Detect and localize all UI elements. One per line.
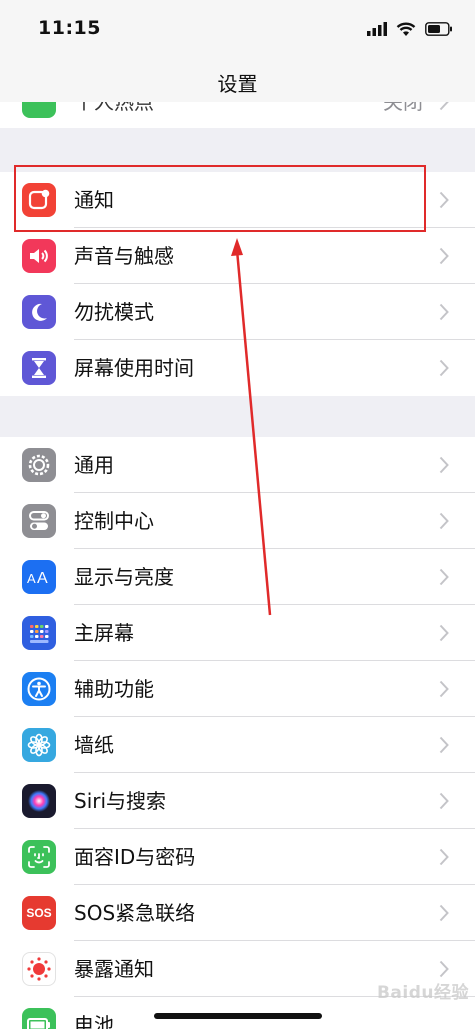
row-label: 暴露通知 bbox=[74, 957, 154, 981]
chevron-right-icon bbox=[439, 568, 449, 586]
chevron-right-icon bbox=[439, 247, 449, 265]
status-bar: 11:15 bbox=[0, 0, 475, 58]
settings-row-home-screen[interactable]: 主屏幕 bbox=[0, 605, 475, 661]
settings-row-face-id[interactable]: 面容ID与密码 bbox=[0, 829, 475, 885]
settings-row-do-not-disturb[interactable]: 勿扰模式 bbox=[0, 284, 475, 340]
siri-icon bbox=[22, 784, 56, 818]
settings-row-siri-search[interactable]: Siri与搜索 bbox=[0, 773, 475, 829]
sos-icon: SOS bbox=[22, 896, 56, 930]
watermark: Baidu经验 bbox=[376, 983, 469, 1003]
battery-status-icon bbox=[425, 22, 452, 36]
chevron-right-icon bbox=[439, 191, 449, 209]
chevron-right-icon bbox=[439, 792, 449, 810]
battery-icon bbox=[22, 1008, 56, 1029]
row-label: 辅助功能 bbox=[74, 677, 154, 701]
nav-title-layer: 设置 bbox=[0, 58, 475, 102]
settings-row-wallpaper[interactable]: 墙纸 bbox=[0, 717, 475, 773]
row-label: 控制中心 bbox=[74, 509, 154, 533]
hourglass-icon bbox=[22, 351, 56, 385]
exposure-icon bbox=[22, 952, 56, 986]
row-label: 主屏幕 bbox=[74, 621, 134, 645]
svg-text:A: A bbox=[37, 570, 48, 587]
chevron-right-icon bbox=[439, 680, 449, 698]
svg-text:A: A bbox=[27, 571, 36, 586]
accessibility-icon bbox=[22, 672, 56, 706]
sound-icon bbox=[22, 239, 56, 273]
home-indicator[interactable] bbox=[154, 1013, 322, 1019]
text-size-icon: AA bbox=[22, 560, 56, 594]
row-label: 面容ID与密码 bbox=[74, 845, 196, 869]
annotation-highlight-box bbox=[14, 165, 426, 232]
chevron-right-icon bbox=[439, 960, 449, 978]
chevron-right-icon bbox=[439, 848, 449, 866]
row-label: 屏幕使用时间 bbox=[74, 356, 194, 380]
wifi-icon bbox=[396, 22, 416, 36]
settings-row-screen-time[interactable]: 屏幕使用时间 bbox=[0, 340, 475, 396]
cellular-signal-icon bbox=[367, 22, 387, 36]
row-label: 墙纸 bbox=[74, 733, 114, 757]
row-label: 显示与亮度 bbox=[74, 565, 174, 589]
row-label: Siri与搜索 bbox=[74, 789, 167, 813]
face-id-icon bbox=[22, 840, 56, 874]
settings-row-sounds[interactable]: 声音与触感 bbox=[0, 228, 475, 284]
row-label: 电池 bbox=[74, 1013, 114, 1029]
chevron-right-icon bbox=[439, 904, 449, 922]
chevron-right-icon bbox=[439, 359, 449, 377]
chevron-right-icon bbox=[439, 456, 449, 474]
page-title-overlay: 设置 bbox=[217, 72, 258, 96]
row-label: 声音与触感 bbox=[74, 244, 174, 268]
sos-icon-text: SOS bbox=[26, 906, 52, 920]
status-icons bbox=[367, 18, 453, 40]
row-label: SOS紧急联络 bbox=[74, 901, 196, 925]
chevron-right-icon bbox=[439, 512, 449, 530]
settings-row-general[interactable]: 通用 bbox=[0, 437, 475, 493]
gear-icon bbox=[22, 448, 56, 482]
settings-row-emergency-sos[interactable]: SOS SOS紧急联络 bbox=[0, 885, 475, 941]
chevron-right-icon bbox=[439, 303, 449, 321]
flower-icon bbox=[22, 728, 56, 762]
chevron-right-icon bbox=[439, 624, 449, 642]
home-grid-icon bbox=[22, 616, 56, 650]
settings-row-accessibility[interactable]: 辅助功能 bbox=[0, 661, 475, 717]
row-label: 通用 bbox=[74, 453, 114, 477]
row-label: 勿扰模式 bbox=[74, 300, 154, 324]
settings-row-display-brightness[interactable]: AA 显示与亮度 bbox=[0, 549, 475, 605]
settings-row-control-center[interactable]: 控制中心 bbox=[0, 493, 475, 549]
status-time: 11:15 bbox=[38, 17, 101, 39]
moon-icon bbox=[22, 295, 56, 329]
chevron-right-icon bbox=[439, 736, 449, 754]
toggles-icon bbox=[22, 504, 56, 538]
